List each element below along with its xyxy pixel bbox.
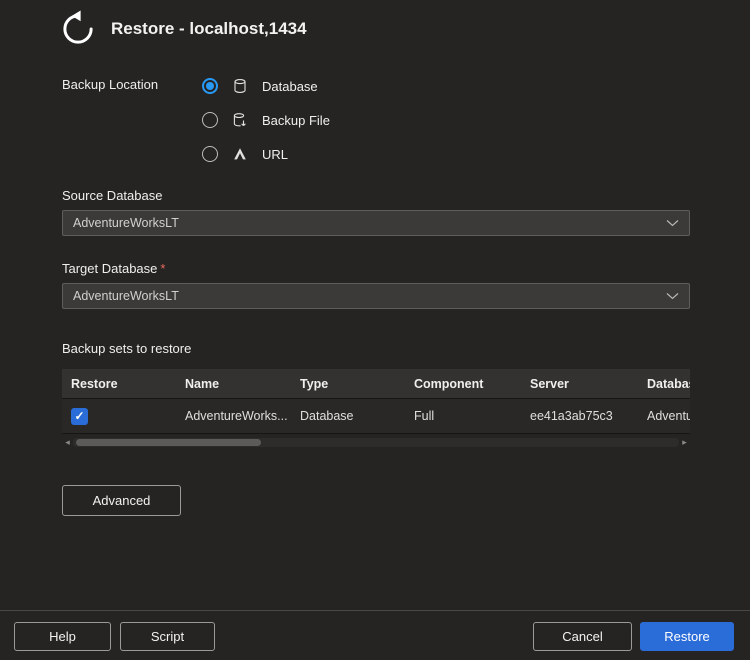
help-button[interactable]: Help [14,622,111,651]
restore-checkbox[interactable]: ✓ [71,408,88,425]
dialog-header: Restore - localhost,1434 [57,8,307,50]
target-database-label: Target Database* [62,261,165,276]
column-header-component[interactable]: Component [408,377,524,391]
column-header-server[interactable]: Server [524,377,641,391]
scroll-right-arrow[interactable]: ▸ [679,437,690,448]
dialog-footer: Help Script Cancel Restore [0,610,750,660]
url-icon [231,146,249,163]
column-header-restore[interactable]: Restore [62,377,179,391]
target-database-value: AdventureWorksLT [73,289,179,303]
radio-label-backup-file: Backup File [262,113,330,128]
scroll-left-arrow[interactable]: ◂ [62,437,73,448]
radio-label-database: Database [262,79,318,94]
target-database-select[interactable]: AdventureWorksLT [62,283,690,309]
cancel-button[interactable]: Cancel [533,622,632,651]
cell-name: AdventureWorks... [179,409,294,423]
radio-database[interactable] [202,78,218,94]
horizontal-scrollbar[interactable]: ◂ ▸ [62,437,690,448]
dialog-title: Restore - localhost,1434 [111,19,307,39]
restore-icon [57,8,99,50]
table-row[interactable]: ✓ AdventureWorks... Database Full ee41a3… [62,398,690,434]
radio-url[interactable] [202,146,218,162]
cell-type: Database [294,409,408,423]
radio-backup-file[interactable] [202,112,218,128]
chevron-down-icon [666,219,679,227]
scrollbar-track[interactable] [73,438,679,447]
required-marker: * [160,261,165,276]
column-header-name[interactable]: Name [179,377,294,391]
source-database-select[interactable]: AdventureWorksLT [62,210,690,236]
backup-sets-label: Backup sets to restore [62,341,191,356]
radio-option-backup-file[interactable]: Backup File [202,111,330,129]
scrollbar-thumb[interactable] [76,439,261,446]
target-database-label-text: Target Database [62,261,157,276]
radio-label-url: URL [262,147,288,162]
radio-option-url[interactable]: URL [202,145,288,163]
backup-location-label: Backup Location [62,77,158,92]
restore-button[interactable]: Restore [640,622,734,651]
backup-file-icon [231,112,249,129]
chevron-down-icon [666,292,679,300]
source-database-label: Source Database [62,188,162,203]
column-header-type[interactable]: Type [294,377,408,391]
script-button[interactable]: Script [120,622,215,651]
advanced-button[interactable]: Advanced [62,485,181,516]
table-header-row: Restore Name Type Component Server Datab… [62,369,690,398]
cell-database: Adventu... [641,409,690,423]
backup-sets-table: Restore Name Type Component Server Datab… [62,369,690,434]
cell-component: Full [408,409,524,423]
restore-dialog: { "dialog": { "title": "Restore - localh… [0,0,750,660]
column-header-database[interactable]: Database [641,377,690,391]
radio-option-database[interactable]: Database [202,77,318,95]
cell-server: ee41a3ab75c3 [524,409,641,423]
source-database-value: AdventureWorksLT [73,216,179,230]
database-icon [231,78,249,95]
